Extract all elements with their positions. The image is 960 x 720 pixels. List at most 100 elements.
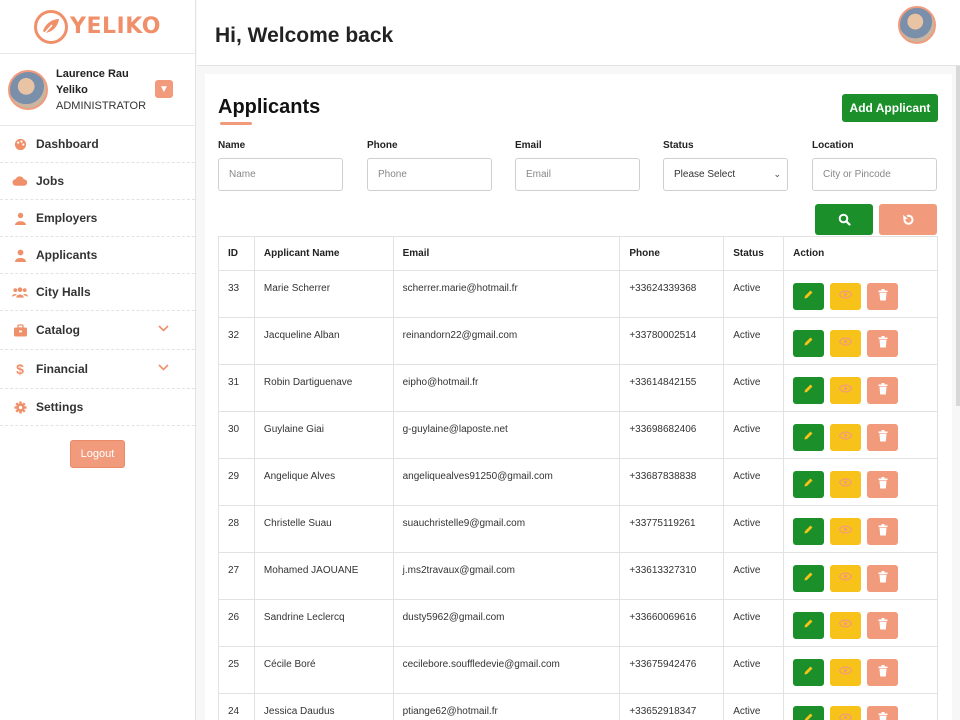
trash-icon xyxy=(878,711,888,720)
table-row[interactable]: 32 Jacqueline Alban reinandorn22@gmail.com… xyxy=(218,317,938,365)
eye-icon xyxy=(838,572,853,584)
column-header-status[interactable]: Status xyxy=(723,236,785,271)
delete-button[interactable] xyxy=(867,282,899,310)
cell-email: eipho@hotmail.fr xyxy=(392,364,621,412)
view-button[interactable] xyxy=(830,517,862,545)
cell-phone: +33614842155 xyxy=(619,364,725,412)
phone-label: Phone xyxy=(367,140,398,151)
column-header-applicant-name[interactable]: Applicant Name xyxy=(253,236,394,271)
edit-button[interactable] xyxy=(793,611,825,639)
edit-button[interactable] xyxy=(793,705,825,720)
edit-button[interactable] xyxy=(793,329,825,357)
table-row[interactable]: 25 Cécile Boré cecilebore.souffledevie@gma… xyxy=(218,646,938,694)
page-title: Applicants xyxy=(218,96,321,118)
sidebar-item-settings[interactable]: Settings xyxy=(0,389,195,426)
view-button[interactable] xyxy=(830,705,862,720)
view-button[interactable] xyxy=(830,611,862,639)
pencil-icon xyxy=(803,571,814,585)
sidebar-item-city-halls[interactable]: City Halls xyxy=(0,274,195,311)
sidebar-item-employers[interactable]: Employers xyxy=(0,200,195,237)
delete-button[interactable] xyxy=(867,470,899,498)
name-input[interactable]: Name xyxy=(218,158,343,191)
table-row[interactable]: 26 Sandrine Leclercq dusty5962@gmail.com +3… xyxy=(218,599,938,647)
status-label: Status xyxy=(663,140,694,151)
cell-phone: +33652918347 xyxy=(619,693,725,720)
delete-button[interactable] xyxy=(867,423,899,451)
sidebar-item-financial[interactable]: $ Financial xyxy=(0,350,195,389)
pencil-icon xyxy=(803,524,814,538)
header-avatar[interactable] xyxy=(898,6,936,44)
column-header-email[interactable]: Email xyxy=(392,236,621,271)
view-button[interactable] xyxy=(830,470,862,498)
search-button[interactable] xyxy=(815,204,873,235)
cell-status: Active xyxy=(723,505,785,553)
view-button[interactable] xyxy=(830,658,862,686)
cell-id: 27 xyxy=(218,552,255,600)
cell-status: Active xyxy=(723,270,785,318)
sidebar-item-applicants[interactable]: Applicants xyxy=(0,237,195,274)
scrollbar[interactable] xyxy=(956,66,960,406)
delete-button[interactable] xyxy=(867,517,899,545)
sidebar-item-label: Settings xyxy=(36,400,84,414)
table-row[interactable]: 24 Jessica Daudus ptiange62@hotmail.fr +336… xyxy=(218,693,938,720)
logout-button[interactable]: Logout xyxy=(70,440,125,468)
chevron-down-icon[interactable]: ▼ xyxy=(155,80,173,98)
logo[interactable]: YELIKO xyxy=(0,0,195,54)
edit-button[interactable] xyxy=(793,282,825,310)
delete-button[interactable] xyxy=(867,705,899,720)
delete-button[interactable] xyxy=(867,329,899,357)
cell-phone: +33660069616 xyxy=(619,599,725,647)
column-header-action[interactable]: Action xyxy=(783,236,938,271)
delete-button[interactable] xyxy=(867,658,899,686)
delete-button[interactable] xyxy=(867,611,899,639)
phone-input[interactable]: Phone xyxy=(367,158,492,191)
edit-button[interactable] xyxy=(793,517,825,545)
edit-button[interactable] xyxy=(793,423,825,451)
eye-icon xyxy=(838,525,853,537)
eye-icon xyxy=(838,619,853,631)
dollar-icon: $ xyxy=(16,361,24,377)
edit-button[interactable] xyxy=(793,376,825,404)
table-row[interactable]: 29 Angelique Alves angeliquealves91250@gma… xyxy=(218,458,938,506)
edit-button[interactable] xyxy=(793,658,825,686)
welcome-heading: Hi, Welcome back xyxy=(215,24,394,47)
table-row[interactable]: 33 Marie Scherrer scherrer.marie@hotmail.f… xyxy=(218,270,938,318)
name-label: Name xyxy=(218,140,246,151)
cell-actions xyxy=(783,317,938,365)
add-applicant-button[interactable]: Add Applicant xyxy=(842,94,938,122)
cell-id: 25 xyxy=(218,646,255,694)
edit-button[interactable] xyxy=(793,564,825,592)
table-row[interactable]: 28 Christelle Suau suauchristelle9@gmail.c… xyxy=(218,505,938,553)
table-row[interactable]: 31 Robin Dartiguenave eipho@hotmail.fr +336… xyxy=(218,364,938,412)
chevron-down-icon xyxy=(158,362,169,374)
view-button[interactable] xyxy=(830,376,862,404)
delete-button[interactable] xyxy=(867,376,899,404)
cell-id: 26 xyxy=(218,599,255,647)
status-select[interactable]: Please Select ⌄ xyxy=(663,158,788,191)
sidebar-item-jobs[interactable]: Jobs xyxy=(0,163,195,200)
column-header-phone[interactable]: Phone xyxy=(619,236,725,271)
view-button[interactable] xyxy=(830,329,862,357)
view-button[interactable] xyxy=(830,423,862,451)
delete-button[interactable] xyxy=(867,564,899,592)
sidebar-item-dashboard[interactable]: Dashboard xyxy=(0,126,195,163)
edit-button[interactable] xyxy=(793,470,825,498)
view-button[interactable] xyxy=(830,564,862,592)
trash-icon xyxy=(878,617,888,633)
reset-button[interactable] xyxy=(879,204,937,235)
table-row[interactable]: 27 Mohamed JAOUANE j.ms2travaux@gmail.com +… xyxy=(218,552,938,600)
view-button[interactable] xyxy=(830,282,862,310)
cell-status: Active xyxy=(723,458,785,506)
cell-status: Active xyxy=(723,317,785,365)
location-input[interactable]: City or Pincode xyxy=(812,158,937,191)
avatar[interactable] xyxy=(8,69,48,110)
table-row[interactable]: 30 Guylaine Giai g-guylaine@laposte.net +33… xyxy=(218,411,938,459)
email-input[interactable]: Email xyxy=(515,158,640,191)
email-label: Email xyxy=(515,140,542,151)
cell-phone: +33613327310 xyxy=(619,552,725,600)
sidebar-item-label: Dashboard xyxy=(36,137,99,151)
column-header-id[interactable]: ID xyxy=(218,236,255,271)
cell-id: 32 xyxy=(218,317,255,365)
logo-text: YELIKO xyxy=(70,14,161,39)
sidebar-item-catalog[interactable]: Catalog xyxy=(0,311,195,350)
